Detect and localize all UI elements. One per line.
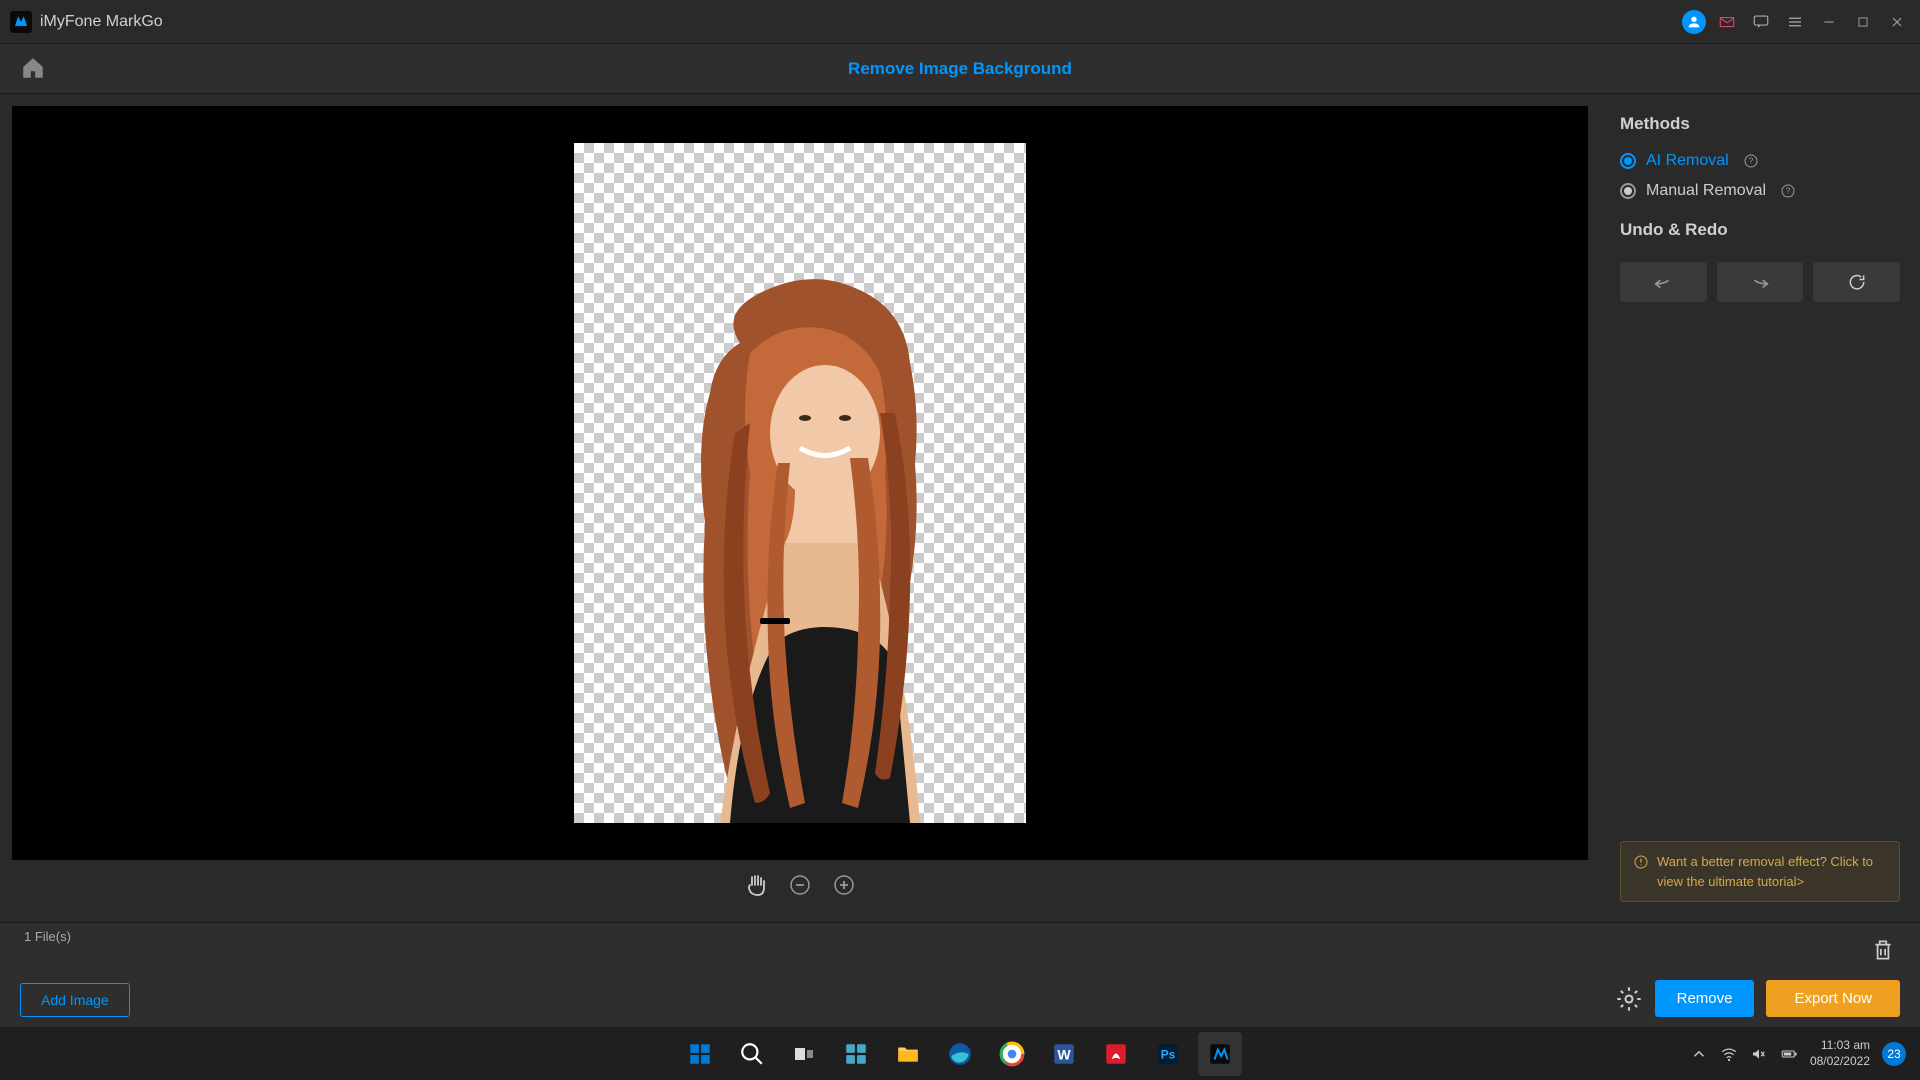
- menu-icon[interactable]: [1782, 9, 1808, 35]
- photoshop-icon[interactable]: Ps: [1146, 1032, 1190, 1076]
- maximize-icon[interactable]: [1850, 9, 1876, 35]
- chrome-icon[interactable]: [990, 1032, 1034, 1076]
- time: 11:03 am: [1810, 1038, 1870, 1054]
- account-icon[interactable]: [1682, 10, 1706, 34]
- volume-icon[interactable]: [1750, 1045, 1768, 1063]
- acrobat-icon[interactable]: [1094, 1032, 1138, 1076]
- undo-button[interactable]: [1620, 262, 1707, 302]
- app-title: iMyFone MarkGo: [40, 13, 163, 31]
- chevron-up-icon[interactable]: [1690, 1045, 1708, 1063]
- add-image-button[interactable]: Add Image: [20, 983, 130, 1017]
- start-icon[interactable]: [678, 1032, 722, 1076]
- undo-redo-heading: Undo & Redo: [1620, 220, 1900, 240]
- tutorial-banner[interactable]: Want a better removal effect? Click to v…: [1620, 841, 1900, 902]
- wifi-icon[interactable]: [1720, 1045, 1738, 1063]
- trash-icon[interactable]: [1870, 937, 1896, 963]
- battery-icon[interactable]: [1780, 1045, 1798, 1063]
- person-cutout: [610, 263, 990, 823]
- help-icon[interactable]: ?: [1743, 153, 1759, 169]
- edge-icon[interactable]: [938, 1032, 982, 1076]
- mail-icon[interactable]: [1714, 9, 1740, 35]
- svg-text:?: ?: [1748, 157, 1753, 166]
- home-icon[interactable]: [20, 55, 48, 83]
- date: 08/02/2022: [1810, 1054, 1870, 1070]
- file-count: 1 File(s): [24, 929, 71, 944]
- image-with-transparent-bg: [574, 143, 1026, 823]
- tutorial-text: Want a better removal effect? Click to v…: [1657, 852, 1887, 891]
- feedback-icon[interactable]: [1748, 9, 1774, 35]
- clock[interactable]: 11:03 am 08/02/2022: [1810, 1038, 1870, 1069]
- page-title: Remove Image Background: [848, 59, 1072, 79]
- task-view-icon[interactable]: [782, 1032, 826, 1076]
- gear-icon[interactable]: [1615, 985, 1643, 1013]
- svg-text:?: ?: [1786, 187, 1791, 196]
- minimize-icon[interactable]: [1816, 9, 1842, 35]
- close-icon[interactable]: [1884, 9, 1910, 35]
- reset-button[interactable]: [1813, 262, 1900, 302]
- methods-heading: Methods: [1620, 114, 1900, 134]
- remove-button[interactable]: Remove: [1655, 980, 1755, 1017]
- manual-removal-label: Manual Removal: [1646, 182, 1766, 200]
- app-logo-icon: [10, 11, 32, 33]
- zoom-in-icon[interactable]: [832, 873, 856, 897]
- search-icon[interactable]: [730, 1032, 774, 1076]
- zoom-out-icon[interactable]: [788, 873, 812, 897]
- pan-tool-icon[interactable]: [744, 873, 768, 897]
- markgo-taskbar-icon[interactable]: [1198, 1032, 1242, 1076]
- export-button[interactable]: Export Now: [1766, 980, 1900, 1017]
- windows-taskbar: W Ps 11:03 am 08/02/2022 23: [0, 1027, 1920, 1080]
- ai-removal-label: AI Removal: [1646, 152, 1729, 170]
- radio-ai-removal[interactable]: AI Removal ?: [1620, 146, 1900, 176]
- redo-button[interactable]: [1717, 262, 1804, 302]
- file-explorer-icon[interactable]: [886, 1032, 930, 1076]
- svg-text:W: W: [1057, 1046, 1071, 1062]
- help-icon[interactable]: ?: [1780, 183, 1796, 199]
- word-icon[interactable]: W: [1042, 1032, 1086, 1076]
- notification-badge[interactable]: 23: [1882, 1042, 1906, 1066]
- image-viewport[interactable]: [12, 106, 1588, 860]
- svg-text:Ps: Ps: [1161, 1047, 1176, 1061]
- radio-manual-removal[interactable]: Manual Removal ?: [1620, 176, 1900, 206]
- widgets-icon[interactable]: [834, 1032, 878, 1076]
